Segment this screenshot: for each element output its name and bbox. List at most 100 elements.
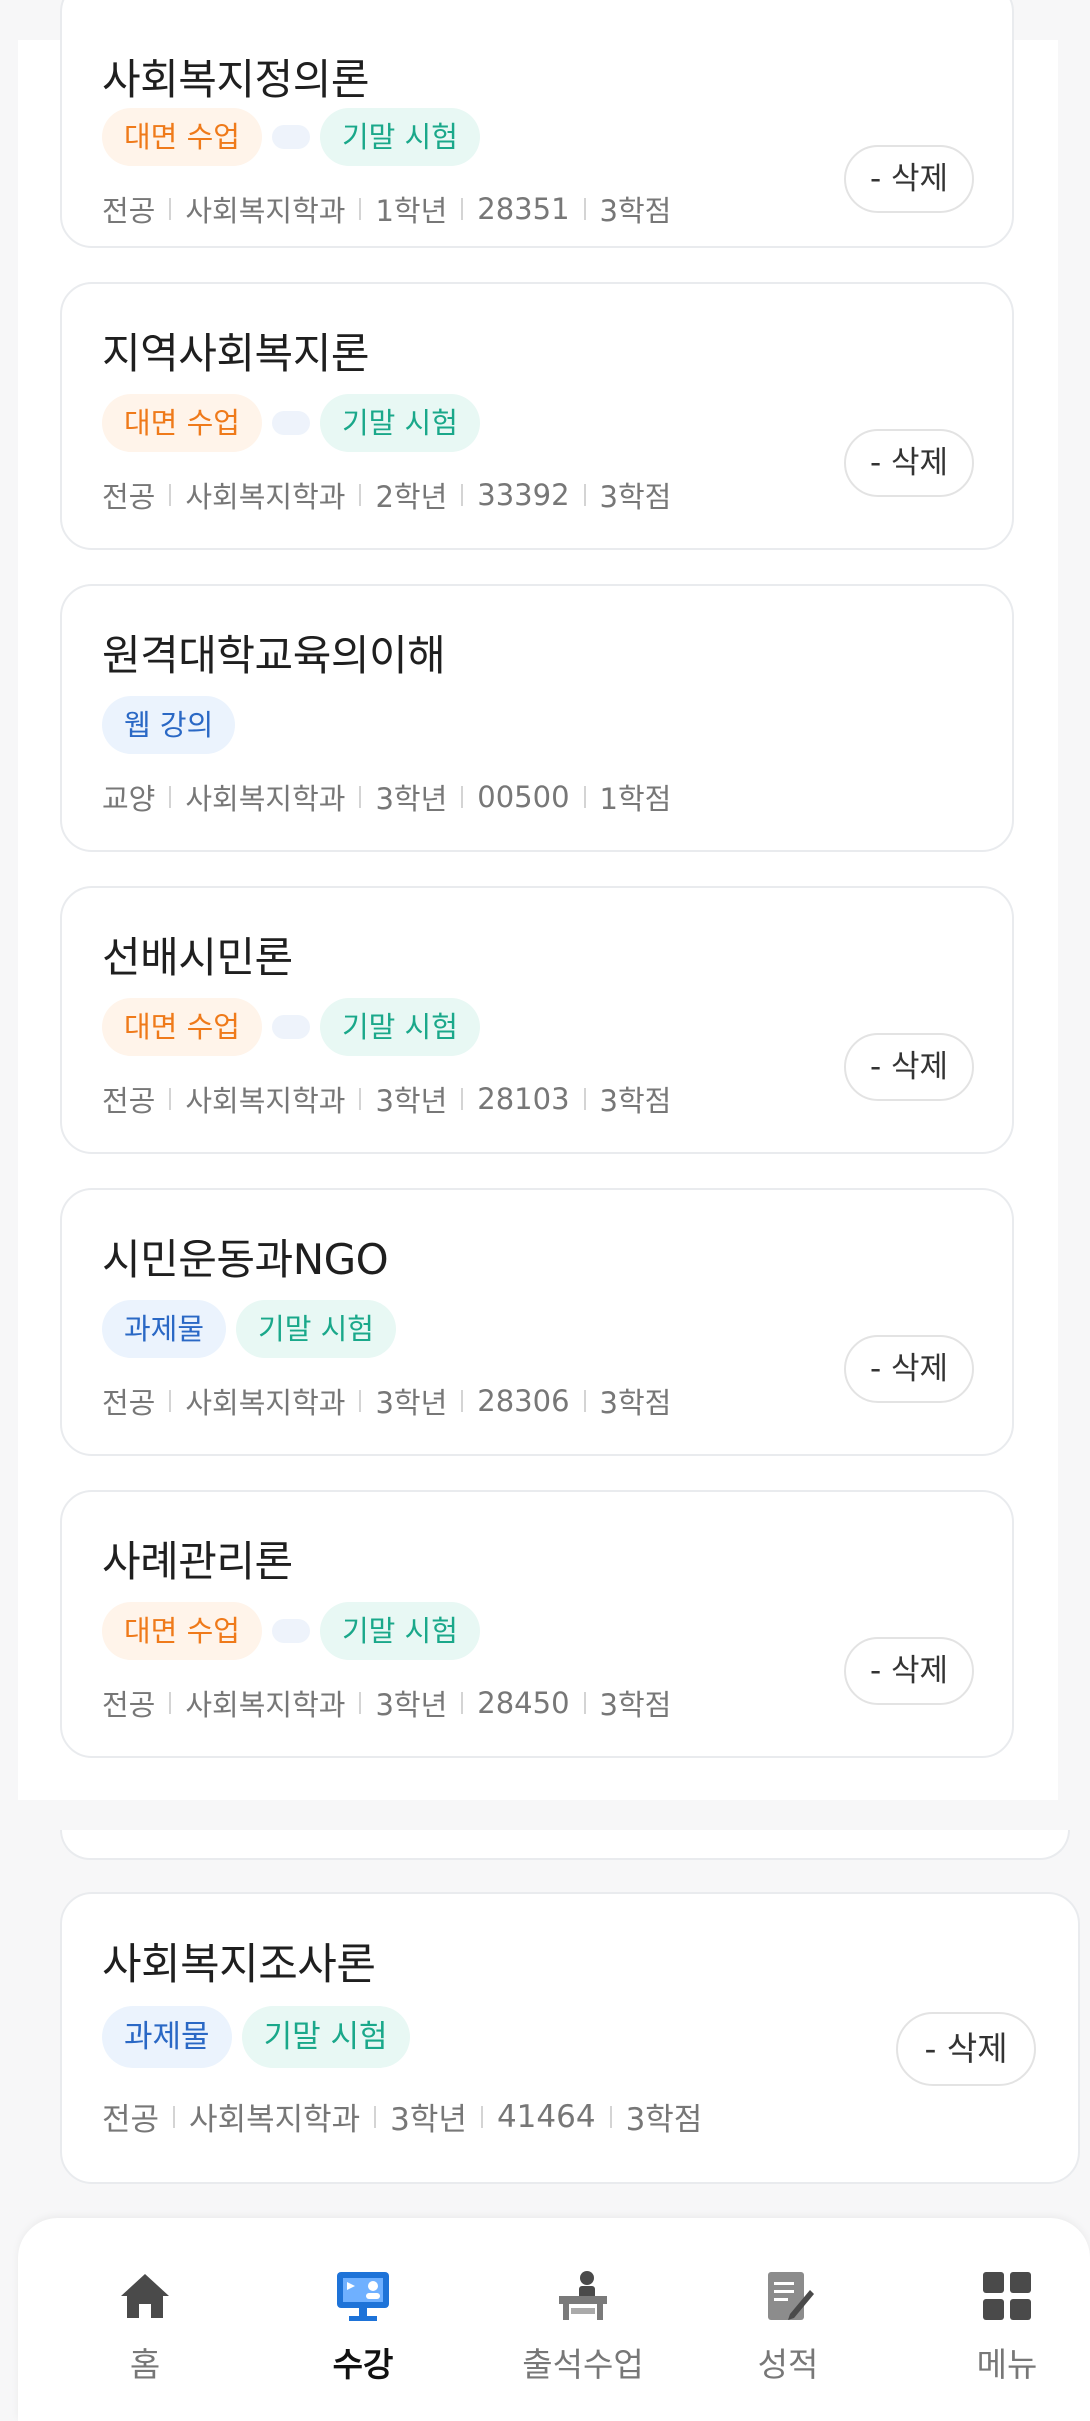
grid-icon: [983, 2272, 1031, 2320]
empty-tag: [271, 125, 310, 149]
tab-grades[interactable]: 성적: [713, 2268, 863, 2386]
tab-home[interactable]: 홈: [70, 2268, 220, 2386]
course-meta-item: 3학점: [599, 194, 672, 228]
meta-separator: [359, 1390, 362, 1412]
meta-separator: [374, 2105, 377, 2128]
course-meta-item: 전공: [102, 1084, 156, 1118]
course-meta-item: 3학점: [599, 1386, 672, 1420]
course-meta-item: 사회복지학과: [185, 782, 346, 816]
course-meta-item: 3학점: [599, 1688, 672, 1722]
course-meta-item: 교양: [102, 782, 156, 816]
course-list-panel: 사회복지정의론 대면 수업 기말 시험 전공 사회복지학과 1학년 28351 3학점 - 삭제…: [18, 0, 1058, 1800]
tab-courses[interactable]: 수강: [288, 2268, 438, 2386]
tab-label: 메뉴: [976, 2345, 1038, 2384]
delete-button[interactable]: - 삭제: [844, 145, 974, 213]
meta-separator: [461, 1692, 464, 1714]
course-meta-item: 전공: [102, 194, 156, 228]
course-meta-item: 사회복지학과: [185, 194, 346, 228]
meta-separator: [169, 484, 172, 506]
meta-separator: [169, 1692, 172, 1714]
course-meta-item: 00500: [477, 780, 570, 814]
course-card[interactable]: 시민운동과NGO 과제물 기말 시험 전공 사회복지학과 3학년 28306 3학점 - 삭제: [60, 1188, 1014, 1456]
course-tag: 기말 시험: [241, 2006, 410, 2068]
course-tag: 대면 수업: [102, 998, 262, 1056]
delete-button[interactable]: - 삭제: [844, 1033, 974, 1101]
meta-separator: [461, 786, 464, 808]
course-meta-item: 41464: [496, 2098, 596, 2135]
meta-separator: [359, 1088, 362, 1110]
tab-attendance[interactable]: 출석수업: [488, 2268, 678, 2386]
course-meta-item: 28351: [477, 192, 570, 226]
course-card[interactable]: 사례관리론 대면 수업 기말 시험 전공 사회복지학과 3학년 28450 3학점 - 삭제: [60, 1490, 1014, 1758]
course-meta-item: 28103: [477, 1082, 570, 1116]
meta-separator: [480, 2105, 483, 2128]
tab-label: 홈: [129, 2345, 161, 2384]
course-tag: 기말 시험: [319, 394, 480, 452]
course-meta-item: 전공: [102, 1386, 156, 1420]
delete-button[interactable]: - 삭제: [844, 429, 974, 497]
bottom-tab-bar: 홈 수강 출석수업 성적 메뉴: [18, 2218, 1090, 2421]
meta-separator: [359, 484, 362, 506]
course-tag: 대면 수업: [102, 108, 262, 166]
list-divider: [60, 1830, 1070, 1860]
course-meta-item: 3학년: [375, 1386, 448, 1420]
course-meta-item: 28450: [477, 1686, 570, 1720]
course-meta-item: 3학년: [390, 2102, 467, 2138]
course-card[interactable]: 원격대학교육의이해 웹 강의 교양 사회복지학과 3학년 00500 1학점: [60, 584, 1014, 852]
meta-separator: [359, 198, 362, 220]
meta-separator: [583, 198, 586, 220]
course-card[interactable]: 사회복지정의론 대면 수업 기말 시험 전공 사회복지학과 1학년 28351 3학점 - 삭제: [60, 0, 1014, 248]
course-meta-item: 사회복지학과: [185, 480, 346, 514]
meta-separator: [461, 1088, 464, 1110]
course-tag: 기말 시험: [319, 998, 480, 1056]
course-title: 사회복지정의론: [102, 55, 369, 104]
empty-tag: [271, 411, 310, 435]
tab-menu[interactable]: 메뉴: [932, 2268, 1082, 2386]
course-meta-item: 사회복지학과: [185, 1386, 346, 1420]
course-meta-item: 33392: [477, 478, 570, 512]
course-meta-item: 3학년: [375, 1084, 448, 1118]
tab-label: 수강: [332, 2345, 394, 2384]
course-card[interactable]: 선배시민론대면 수업 기말 시험전공 사회복지학과 3학년 28103 3학점 - 삭제: [60, 886, 1014, 1154]
tab-label: 성적: [757, 2345, 819, 2384]
course-title: 시민운동과NGO: [102, 1235, 389, 1284]
meta-separator: [583, 1088, 586, 1110]
course-meta-item: 3학년: [375, 782, 448, 816]
home-icon: [121, 2274, 169, 2318]
course-meta-item: 2학년: [375, 480, 448, 514]
meta-separator: [583, 786, 586, 808]
delete-button[interactable]: - 삭제: [896, 2012, 1036, 2086]
classroom-icon: [559, 2271, 607, 2320]
course-meta-item: 사회복지학과: [189, 2102, 361, 2138]
course-tag: 웹 강의: [102, 696, 236, 754]
course-tag: 대면 수업: [102, 394, 262, 452]
meta-separator: [169, 786, 172, 808]
meta-separator: [173, 2105, 176, 2128]
course-title: 사례관리론: [102, 1537, 293, 1586]
course-title: 지역사회복지론: [102, 329, 369, 378]
course-meta-item: 사회복지학과: [185, 1688, 346, 1722]
course-meta-item: 1학년: [375, 194, 448, 228]
meta-separator: [359, 786, 362, 808]
delete-button[interactable]: - 삭제: [844, 1637, 974, 1705]
course-tag: 과제물: [102, 1300, 227, 1358]
monitor-icon: [337, 2272, 389, 2321]
course-tag: 대면 수업: [102, 1602, 262, 1660]
course-meta-item: 28306: [477, 1384, 570, 1418]
course-card[interactable]: 지역사회복지론 대면 수업 기말 시험 전공 사회복지학과 2학년 33392 3학점 - 삭제: [60, 282, 1014, 550]
meta-separator: [359, 1692, 362, 1714]
course-meta-item: 전공: [102, 1688, 156, 1722]
empty-tag: [271, 1015, 310, 1039]
meta-separator: [583, 1390, 586, 1412]
course-card-featured[interactable]: 사회복지조사론 과제물 기말 시험 전공 사회복지학과 3학년 41464 3학점 - 삭…: [60, 1892, 1080, 2184]
course-meta-item: 사회복지학과: [185, 1084, 346, 1118]
meta-separator: [583, 484, 586, 506]
meta-separator: [169, 1390, 172, 1412]
course-title: 선배시민론: [102, 933, 293, 982]
meta-separator: [169, 1088, 172, 1110]
delete-button[interactable]: - 삭제: [844, 1335, 974, 1403]
meta-separator: [609, 2105, 612, 2128]
meta-separator: [461, 198, 464, 220]
tab-label: 출석수업: [522, 2345, 644, 2384]
course-meta-item: 3학점: [599, 1084, 672, 1118]
